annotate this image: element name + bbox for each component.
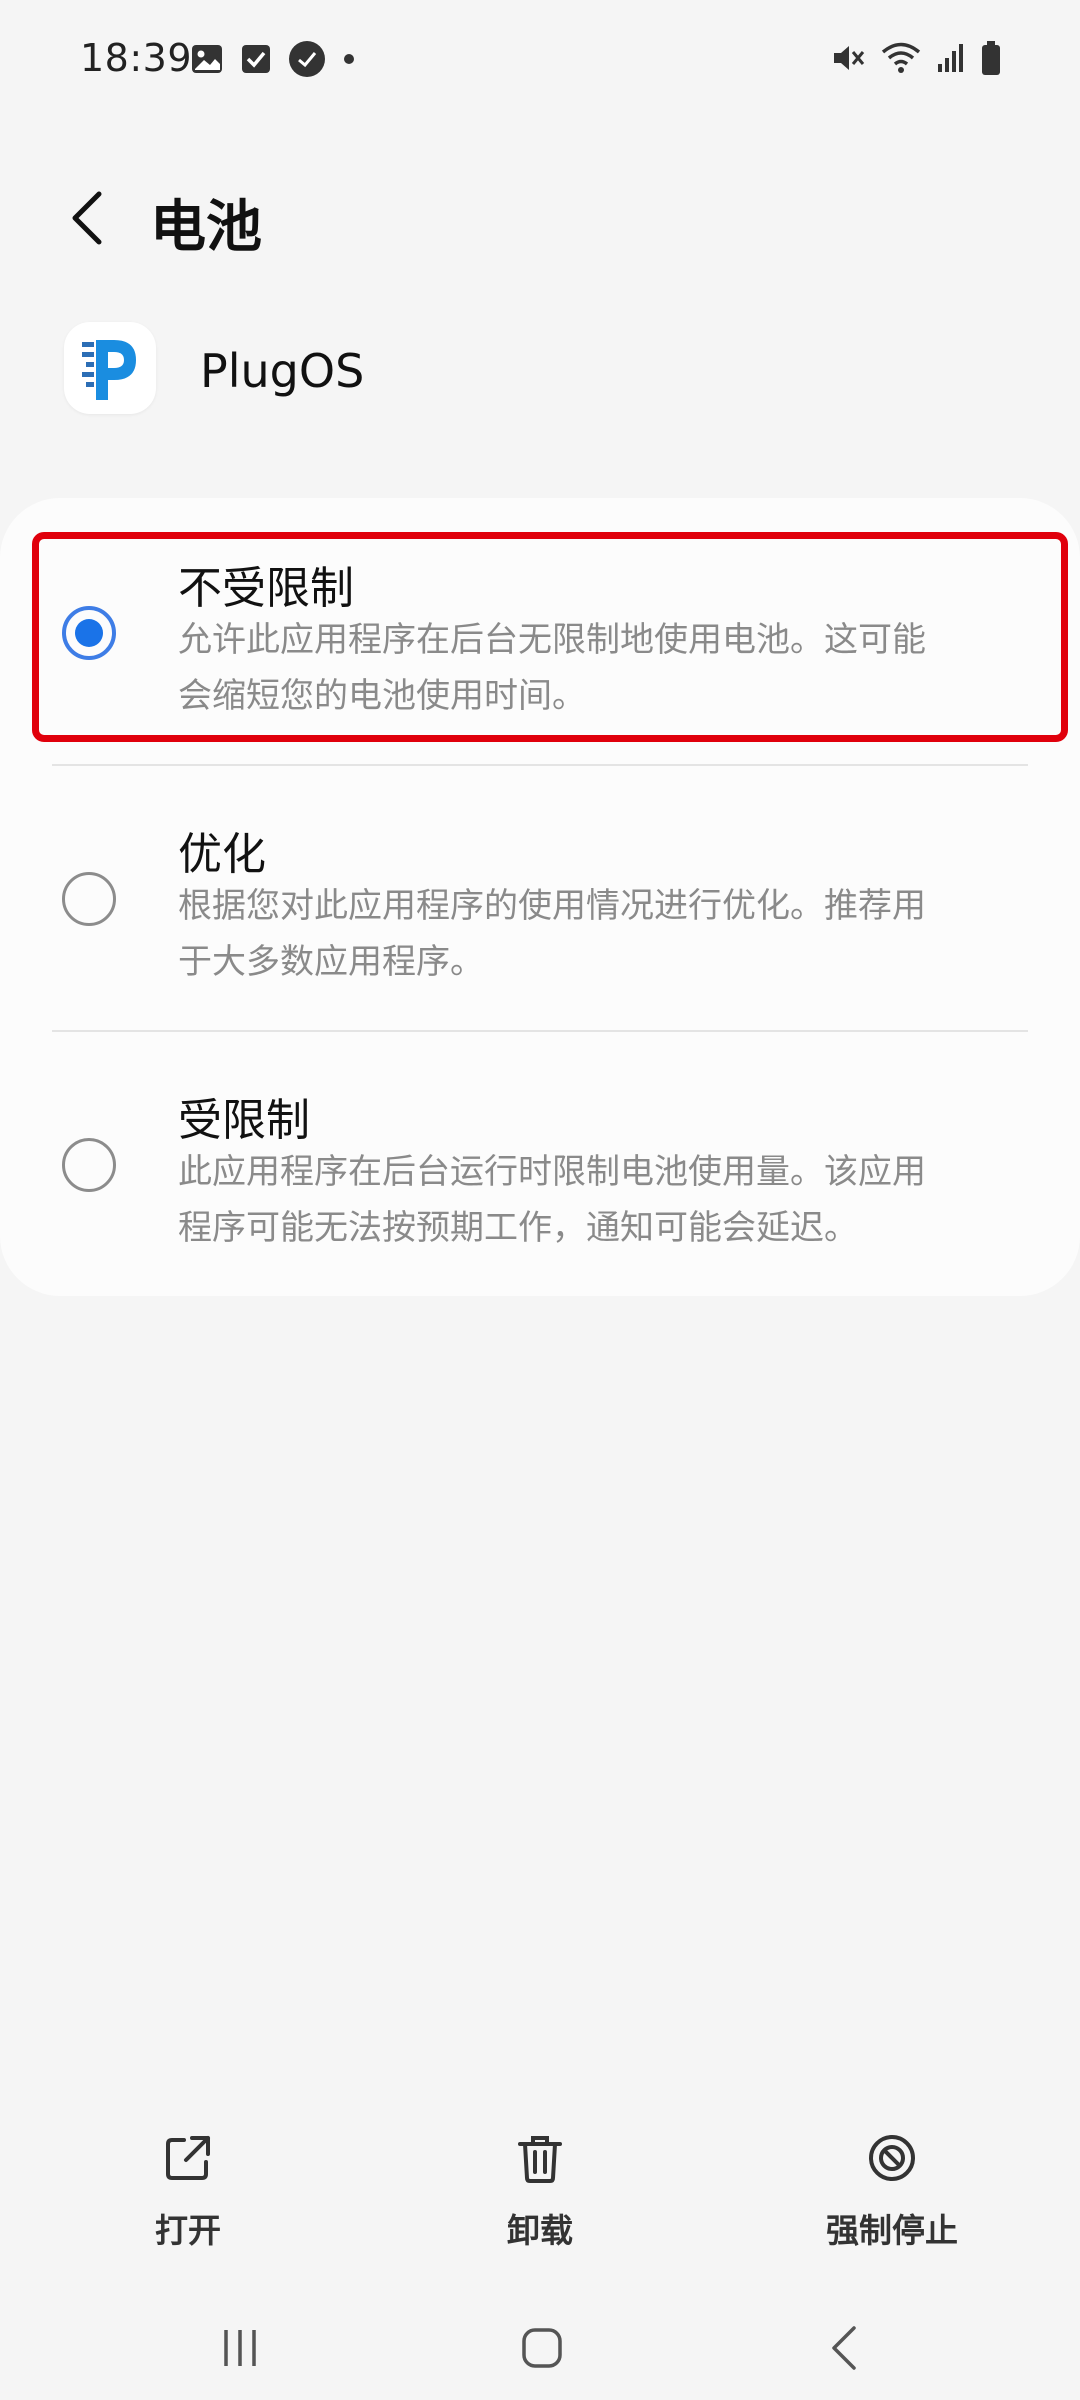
uninstall-button[interactable]: 卸载 xyxy=(420,2130,660,2270)
app-name: PlugOS xyxy=(200,344,365,398)
nav-back-button[interactable] xyxy=(806,2318,886,2382)
stop-circle-icon xyxy=(864,2130,920,2190)
dot-icon xyxy=(342,52,356,66)
force-stop-button[interactable]: 强制停止 xyxy=(772,2130,1012,2270)
system-nav-bar xyxy=(0,2300,1080,2400)
status-notification-icons xyxy=(190,40,356,78)
checkbox-icon xyxy=(240,43,272,75)
battery-icon xyxy=(980,40,1002,76)
app-status-icon xyxy=(288,40,326,78)
home-button[interactable] xyxy=(502,2318,582,2382)
bottom-actions: 打开 卸载 强制停止 xyxy=(0,2130,1080,2270)
open-label: 打开 xyxy=(155,2211,221,2250)
option-optimized[interactable]: 优化 根据您对此应用程序的使用情况进行优化。推荐用于大多数应用程序。 xyxy=(0,764,1080,1030)
option-title: 优化 xyxy=(178,829,266,880)
option-title: 受限制 xyxy=(178,1095,310,1146)
option-description: 此应用程序在后台运行时限制电池使用量。该应用程序可能无法按预期工作，通知可能会延… xyxy=(178,1152,926,1248)
back-button[interactable] xyxy=(52,182,122,258)
open-button[interactable]: 打开 xyxy=(68,2130,308,2270)
radio-optimized[interactable] xyxy=(62,872,116,926)
page-title: 电池 xyxy=(150,195,262,260)
gallery-icon xyxy=(190,42,224,76)
recents-icon xyxy=(218,2326,262,2374)
recents-button[interactable] xyxy=(200,2318,280,2382)
option-description: 根据您对此应用程序的使用情况进行优化。推荐用于大多数应用程序。 xyxy=(178,886,926,982)
status-time: 18:39 xyxy=(80,36,193,80)
radio-restricted[interactable] xyxy=(62,1138,116,1192)
status-bar: 18:39 xyxy=(0,0,1080,120)
selection-highlight-box xyxy=(32,532,1068,742)
home-icon xyxy=(520,2326,564,2374)
force-stop-label: 强制停止 xyxy=(826,2211,958,2250)
back-icon xyxy=(824,2324,868,2376)
uninstall-label: 卸载 xyxy=(507,2211,573,2250)
app-info-row: PlugOS xyxy=(0,322,1080,422)
option-restricted[interactable]: 受限制 此应用程序在后台运行时限制电池使用量。该应用程序可能无法按预期工作，通知… xyxy=(0,1030,1080,1296)
status-system-icons xyxy=(830,40,1002,76)
chevron-left-icon xyxy=(67,190,107,250)
wifi-icon xyxy=(880,40,922,76)
signal-icon xyxy=(936,42,966,74)
plugos-logo-icon xyxy=(64,322,156,414)
trash-icon xyxy=(512,2130,568,2190)
open-external-icon xyxy=(160,2130,216,2190)
header: 电池 xyxy=(0,170,1080,270)
mute-icon xyxy=(830,40,866,76)
